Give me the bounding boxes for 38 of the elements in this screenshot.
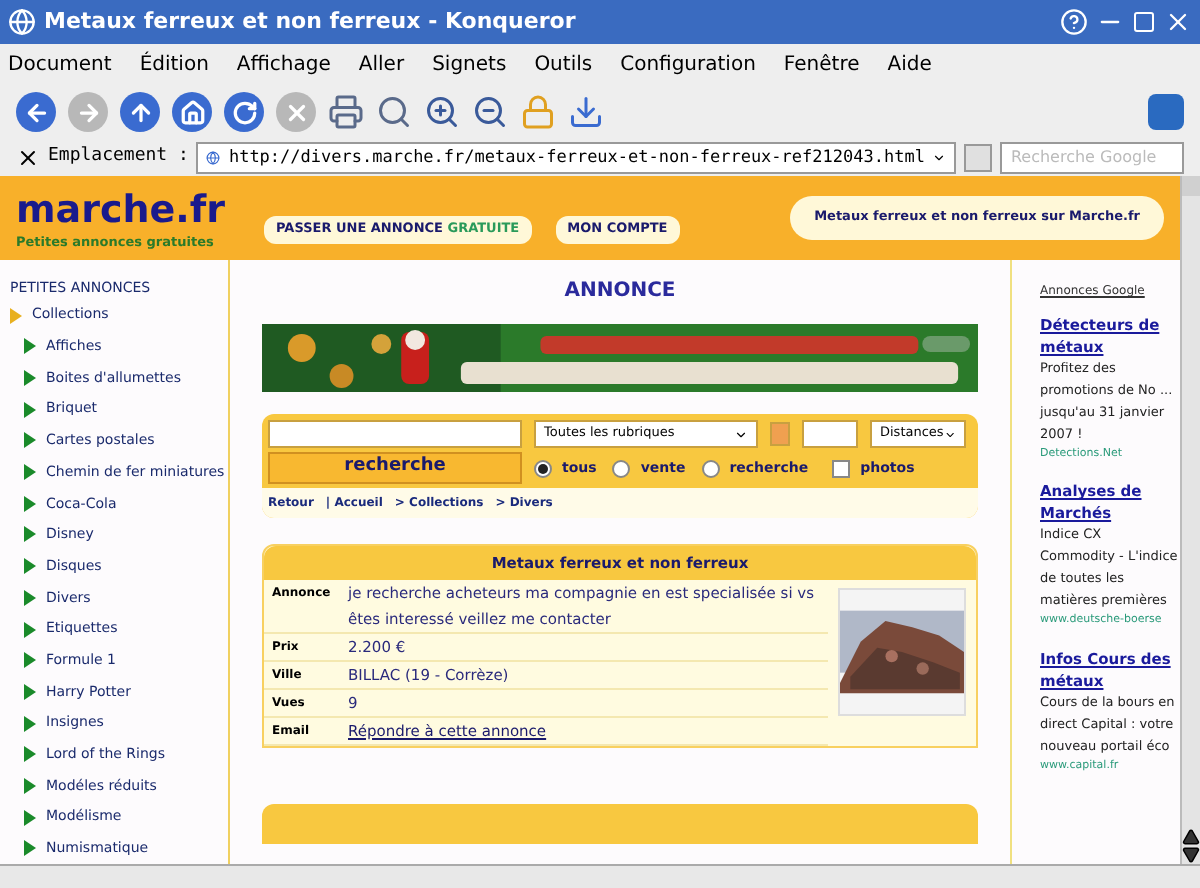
menu-item[interactable]: Aide [887,49,932,79]
scroll-thumb[interactable] [1182,176,1200,196]
close-icon[interactable] [1164,8,1192,36]
zoom-out-icon[interactable] [472,94,508,130]
search-icon[interactable] [376,94,412,130]
scrollbar[interactable] [1180,176,1200,864]
dropdown-icon[interactable] [943,427,956,441]
menu-item[interactable]: Affichage [236,49,331,79]
reload-icon[interactable] [224,92,264,132]
globe-icon [206,148,221,168]
scroll-up-icon[interactable] [1182,828,1200,846]
search-input[interactable] [268,420,522,448]
print-icon[interactable] [328,94,364,130]
search-button[interactable]: recherche [268,452,522,484]
menu-item[interactable]: Fenêtre [783,49,860,79]
maximize-icon[interactable] [1132,10,1156,34]
menu-item[interactable]: Outils [534,49,593,79]
up-icon[interactable] [120,92,160,132]
back-icon[interactable] [16,92,56,132]
postcode-input[interactable] [802,420,858,448]
dropdown-icon[interactable] [734,427,748,441]
app-icon [8,8,36,36]
clear-icon[interactable] [16,146,40,170]
url-field[interactable]: http://divers.marche.fr/metaux-ferreux-et-non-ferreux-ref212043.html [196,142,957,174]
zoom-in-icon[interactable] [424,94,460,130]
scroll-down-icon[interactable] [1182,846,1200,864]
menu-item[interactable]: Aller [358,49,405,79]
menu-item[interactable]: Édition [139,49,209,79]
menu-item[interactable]: Signets [432,49,507,79]
menu-item[interactable]: Configuration [620,49,756,79]
home-icon[interactable] [172,92,212,132]
site-logo[interactable]: marche.fr [16,185,226,233]
window-title: Metaux ferreux et non ferreux - Konqueror [44,5,578,38]
download-icon[interactable] [568,94,604,130]
location-label: Emplacement : [48,144,189,171]
menu-item[interactable]: Document [8,49,112,79]
help-icon[interactable] [1060,8,1088,36]
page-heading: ANNONCE [564,278,676,306]
